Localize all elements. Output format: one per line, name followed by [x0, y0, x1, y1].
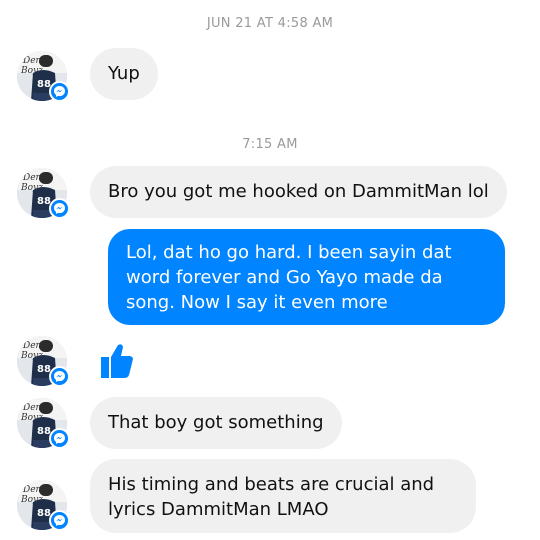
- message-bubble-incoming[interactable]: That boy got something: [90, 397, 342, 449]
- avatar[interactable]: [17, 480, 70, 531]
- message-bubble-incoming[interactable]: Bro you got me hooked on DammitMan lol: [90, 166, 507, 218]
- message-bubble-outgoing[interactable]: Lol, dat ho go hard. I been sayin dat wo…: [108, 229, 505, 325]
- message-bubble-incoming[interactable]: His timing and beats are crucial and lyr…: [90, 459, 476, 533]
- message-bubble-incoming[interactable]: Yup: [90, 48, 158, 100]
- avatar[interactable]: [17, 398, 70, 449]
- messenger-icon: [49, 81, 70, 102]
- messenger-icon: [49, 366, 70, 387]
- avatar[interactable]: [17, 336, 70, 387]
- timestamp: 7:15 AM: [242, 137, 298, 152]
- messenger-icon: [49, 510, 70, 531]
- messenger-icon: [49, 198, 70, 219]
- timestamp: JUN 21 AT 4:58 AM: [206, 16, 334, 31]
- avatar[interactable]: [17, 168, 70, 219]
- thumbs-up-icon[interactable]: [100, 343, 134, 383]
- avatar[interactable]: [17, 51, 70, 102]
- message-thread: JUN 21 AT 4:58 AM Yup 7:15 AM Bro you go…: [0, 0, 540, 540]
- messenger-icon: [49, 428, 70, 449]
